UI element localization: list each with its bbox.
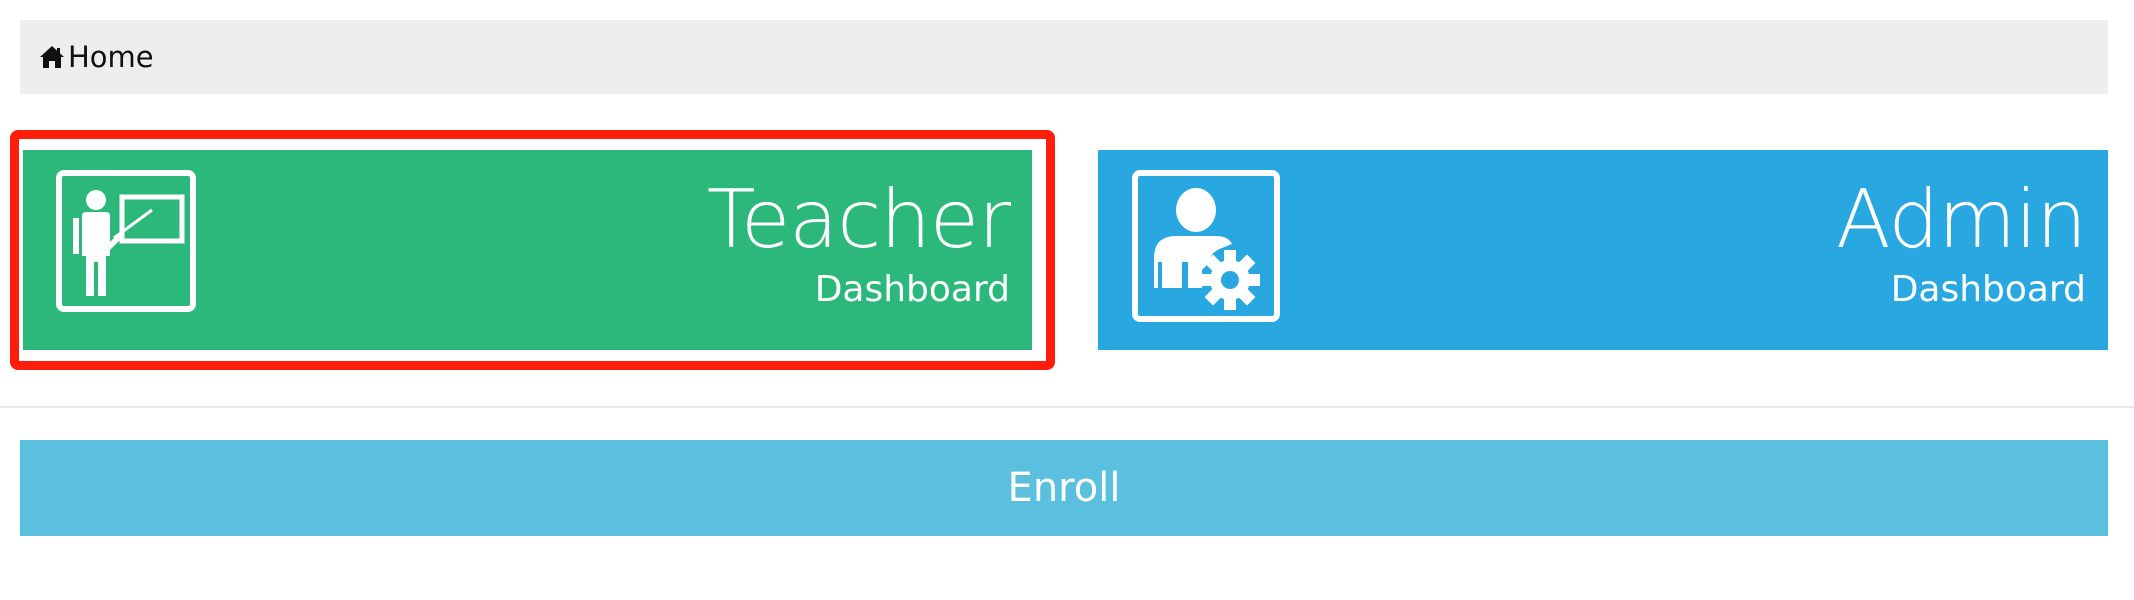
admin-card-title: Admin bbox=[1836, 173, 2087, 266]
teacher-board-icon bbox=[56, 170, 196, 316]
teacher-card-title: Teacher bbox=[706, 173, 1011, 266]
home-icon[interactable] bbox=[38, 43, 66, 71]
teacher-card-subtitle: Dashboard bbox=[814, 269, 1010, 310]
breadcrumb-home-link[interactable]: Home bbox=[68, 42, 154, 72]
admin-dashboard-card[interactable]: Admin Dashboard bbox=[1098, 150, 2108, 350]
teacher-dashboard-card[interactable]: Teacher Dashboard bbox=[23, 150, 1032, 350]
breadcrumb: Home bbox=[20, 20, 2108, 94]
divider bbox=[0, 406, 2134, 408]
enroll-button[interactable]: Enroll bbox=[20, 440, 2108, 536]
admin-card-subtitle: Dashboard bbox=[1890, 269, 2086, 310]
admin-user-gear-icon bbox=[1132, 170, 1280, 326]
